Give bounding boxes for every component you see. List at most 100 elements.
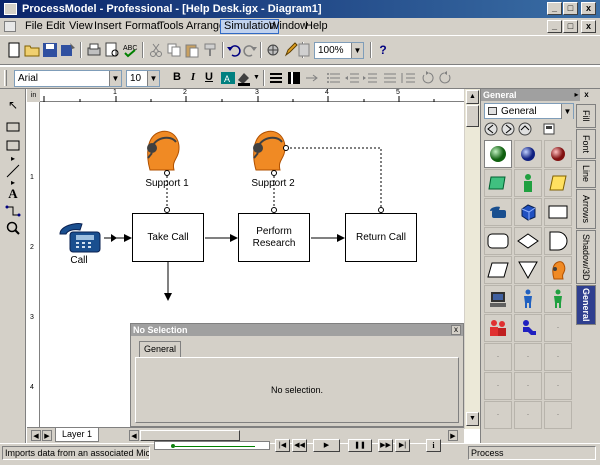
shape-yellow-doc[interactable] [544, 169, 572, 197]
shape-category-select[interactable]: General ▼ [484, 103, 574, 119]
blue-person-icon [524, 289, 532, 308]
red-sphere-icon [551, 147, 565, 161]
layer-tab[interactable]: Layer 1 [55, 428, 100, 442]
yellow-document-icon [549, 175, 567, 191]
category-icon [488, 107, 497, 115]
activity-perform-research[interactable]: Perform Research [238, 213, 310, 262]
tab-general[interactable]: General [139, 341, 182, 357]
shape-blue-person[interactable] [514, 285, 542, 313]
skip-end-icon[interactable]: ▶| [395, 439, 410, 452]
shape-rectangle[interactable] [544, 198, 572, 226]
shape-diamond[interactable] [514, 227, 542, 255]
fast-forward-icon[interactable]: ▶▶ [378, 439, 393, 452]
chevron-down-icon: ▼ [561, 104, 573, 119]
resource-label: Support 2 [251, 178, 295, 189]
shape-empty[interactable]: · [544, 314, 572, 342]
library-back-icon[interactable] [484, 122, 498, 136]
tab-line[interactable]: Line [576, 160, 596, 188]
connection-point[interactable] [283, 145, 289, 151]
tab-general[interactable]: General [576, 285, 596, 325]
blue-sphere-icon [521, 147, 535, 161]
shape-green-ball[interactable] [484, 140, 512, 168]
shape-empty[interactable]: · [544, 401, 572, 429]
shape-empty[interactable]: · [484, 372, 512, 400]
hscroll-thumb[interactable] [140, 430, 240, 441]
scroll-thumb[interactable] [466, 105, 479, 127]
rewind-icon[interactable]: |◀ [275, 439, 290, 452]
properties-title: No Selection [131, 324, 463, 336]
phone-icon[interactable] [56, 220, 104, 254]
shape-empty[interactable]: · [484, 343, 512, 371]
library-view-icon[interactable] [542, 122, 556, 136]
close-icon[interactable]: x [451, 325, 461, 335]
shape-empty[interactable]: · [544, 372, 572, 400]
green-card-icon [488, 176, 506, 190]
library-home-icon[interactable] [518, 122, 532, 136]
tab-arrows[interactable]: Arrows [576, 189, 596, 229]
shape-red-people[interactable] [484, 314, 512, 342]
shape-rounded-rect[interactable] [484, 227, 512, 255]
layer-prev-icon[interactable]: ◀ [31, 430, 41, 441]
shape-triangle[interactable] [514, 256, 542, 284]
activity-take-call[interactable]: Take Call [132, 213, 204, 262]
progress-track [175, 446, 255, 447]
info-icon[interactable]: i [426, 439, 441, 452]
tab-shadow-3d[interactable]: Shadow/3D [576, 230, 596, 284]
shape-category-value: General [501, 106, 537, 117]
layer-next-icon[interactable]: ▶ [42, 430, 52, 441]
step-back-icon[interactable]: ◀◀ [292, 439, 307, 452]
shape-green-person[interactable] [514, 169, 542, 197]
green-person-icon [554, 289, 562, 308]
scroll-down-icon[interactable]: ▼ [466, 412, 479, 426]
status-message: Imports data from an associated Microso [2, 446, 150, 460]
parallelogram-icon [487, 262, 509, 278]
tab-font[interactable]: Font [576, 129, 596, 159]
activity-label: Take Call [147, 231, 189, 243]
shape-delay[interactable] [544, 227, 572, 255]
vertical-scrollbar[interactable]: ▲ ▼ [464, 89, 480, 429]
green-sphere-icon [490, 146, 506, 162]
shape-parallelogram[interactable] [484, 256, 512, 284]
activity-label: Perform Research [252, 225, 296, 249]
simulation-progress[interactable] [154, 441, 270, 450]
shape-empty[interactable]: · [514, 372, 542, 400]
shape-phone[interactable] [484, 198, 512, 226]
shape-blue-ball[interactable] [514, 140, 542, 168]
properties-message: No selection. [135, 357, 459, 423]
support-person-icon[interactable] [140, 126, 184, 174]
shape-blue-cube[interactable] [514, 198, 542, 226]
triangle-icon [518, 261, 538, 279]
computer-icon [490, 292, 506, 307]
delay-shape-icon [549, 231, 568, 251]
shape-red-ball[interactable] [544, 140, 572, 168]
shape-empty[interactable]: · [514, 401, 542, 429]
shape-empty[interactable]: · [484, 401, 512, 429]
scroll-up-icon[interactable]: ▲ [466, 90, 479, 104]
shape-green-card[interactable] [484, 169, 512, 197]
pin-icon[interactable]: ▸ [572, 90, 581, 100]
green-person-icon [524, 174, 532, 192]
properties-panel: No Selection x General No selection. [130, 323, 464, 427]
scroll-left-icon[interactable]: ◀ [129, 430, 139, 441]
connection-point[interactable] [164, 170, 170, 176]
red-people-icon [490, 320, 506, 336]
pause-icon[interactable]: ❚❚ [348, 439, 372, 452]
activity-return-call[interactable]: Return Call [345, 213, 417, 262]
shape-green-person-2[interactable] [544, 285, 572, 313]
play-icon[interactable]: ▶ [313, 439, 340, 452]
shape-support-person[interactable] [544, 256, 572, 284]
seated-person-icon [523, 320, 536, 335]
shape-empty[interactable]: · [544, 343, 572, 371]
activity-label: Return Call [355, 231, 407, 243]
shape-grid: · · · · · · · · · · [482, 138, 575, 429]
shape-computer[interactable] [484, 285, 512, 313]
shape-seated-person[interactable] [514, 314, 542, 342]
scroll-right-icon[interactable]: ▶ [448, 430, 458, 441]
connection-point[interactable] [271, 170, 277, 176]
phone-icon [490, 206, 506, 218]
tab-fill[interactable]: Fill [576, 104, 596, 128]
shape-empty[interactable]: · [514, 343, 542, 371]
library-forward-icon[interactable] [501, 122, 515, 136]
support-person-icon [552, 261, 566, 280]
close-icon[interactable]: x [582, 90, 591, 100]
